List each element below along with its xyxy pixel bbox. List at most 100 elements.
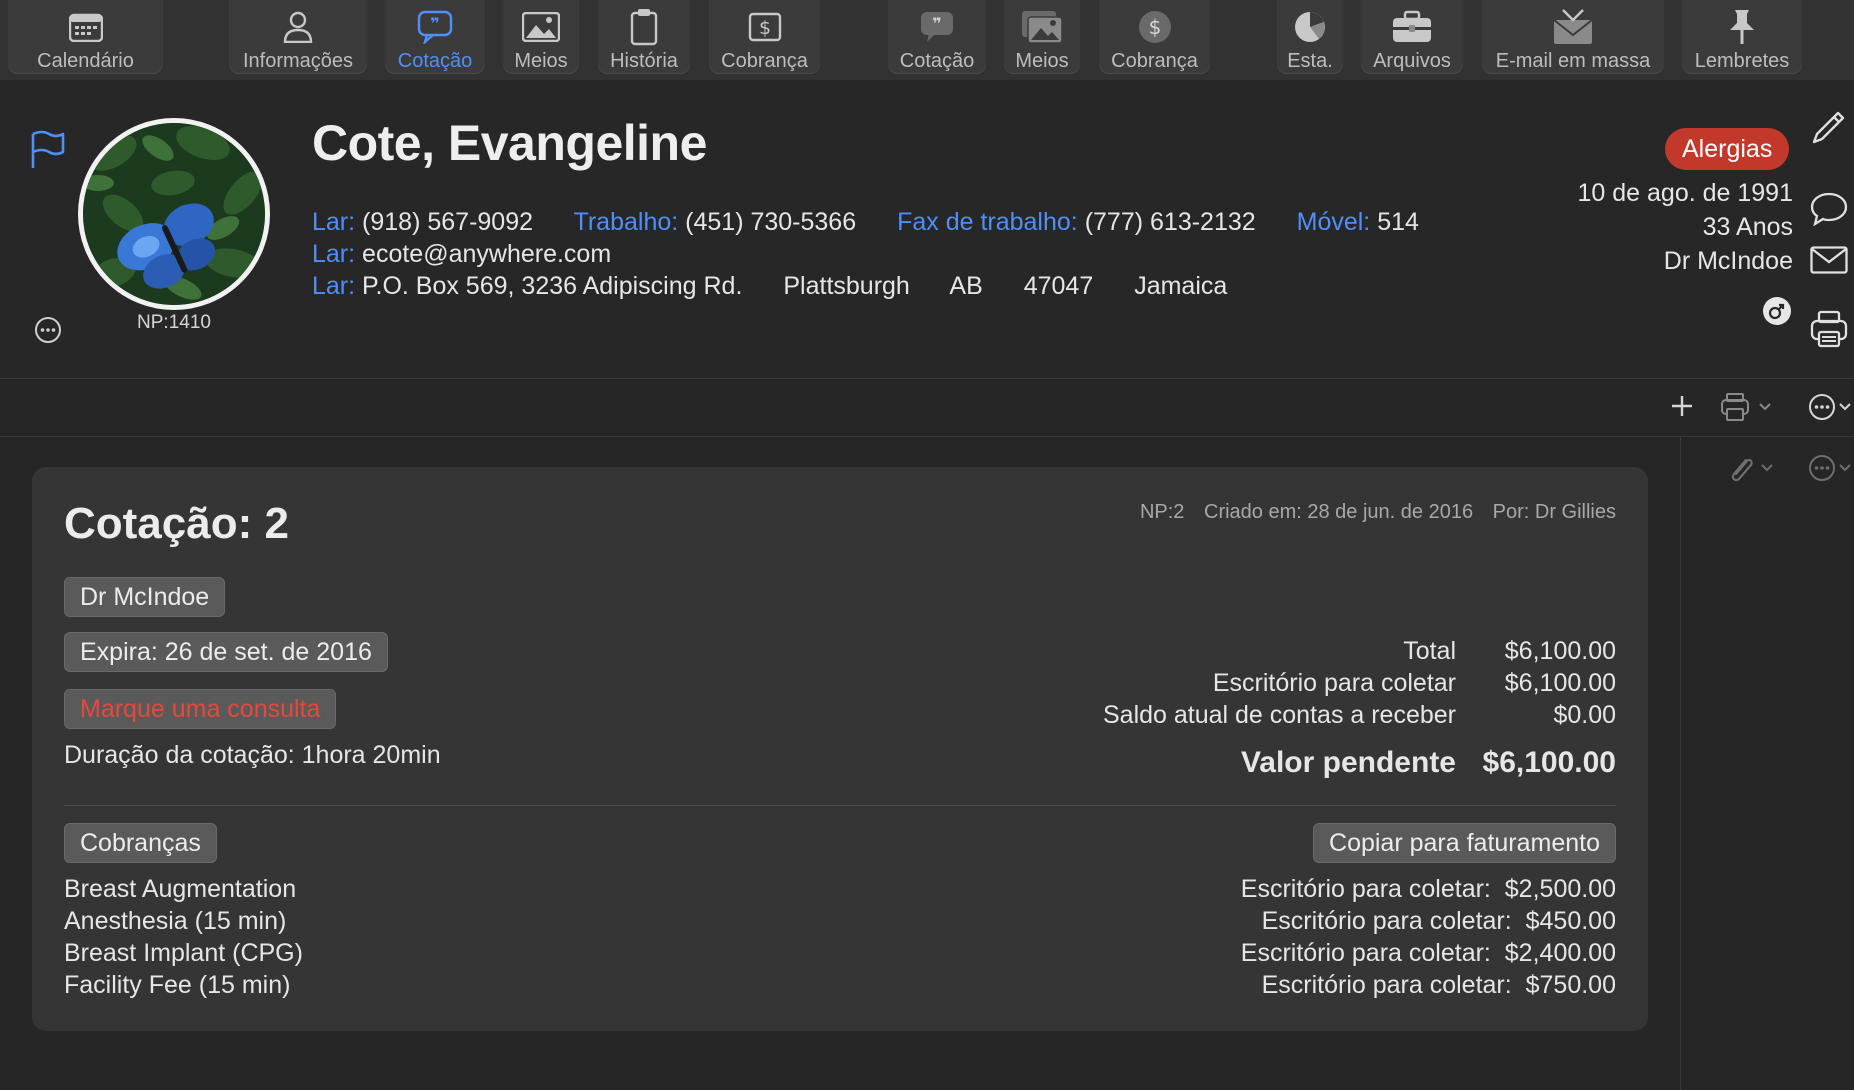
charge-amount-row: Escritório para coletar: $2,500.00 (1241, 873, 1616, 905)
quote-author: Por: Dr Gillies (1492, 501, 1616, 523)
pie-chart-icon (1289, 6, 1331, 48)
list-item[interactable]: Breast Augmentation (64, 873, 303, 905)
toolbar-label: Cotação (899, 50, 975, 72)
patient-doctor: Dr McIndoe (1663, 247, 1793, 275)
doctor-tag-button[interactable]: Dr McIndoe (64, 577, 226, 617)
list-item[interactable]: Anesthesia (15 min) (64, 905, 303, 937)
patient-avatar[interactable] (78, 118, 270, 310)
phone-mobile-label: Móvel: (1296, 208, 1371, 236)
edit-pencil-icon[interactable] (1810, 110, 1846, 151)
address-street[interactable]: P.O. Box 569, 3236 Adipiscing Rd. (362, 272, 742, 300)
quote-title: Cotação: 2 (64, 499, 289, 548)
print-icon[interactable] (1810, 310, 1848, 353)
toolbar-label: História (610, 50, 678, 72)
fax-work-value[interactable]: (777) 613-2132 (1085, 208, 1256, 236)
office-collect-label: Escritório para coletar (1212, 669, 1456, 697)
quote-bubble-icon: ❞ (916, 6, 958, 48)
receivable-balance-label: Saldo atual de contas a receber (1102, 701, 1456, 729)
toolbar-reminders-button[interactable]: Lembretes (1682, 0, 1802, 74)
email-value[interactable]: ecote@anywhere.com (362, 240, 611, 268)
phone-mobile-value[interactable]: 514 (1377, 208, 1419, 236)
print-menu-icon[interactable] (1720, 392, 1776, 427)
quote-card: Cotação: 2 NP:2 Criado em: 28 de jun. de… (32, 467, 1648, 1031)
toolbar-media-button[interactable]: Meios (503, 0, 579, 74)
svg-text:❞: ❞ (430, 14, 439, 33)
charge-amount: $2,500.00 (1504, 875, 1616, 903)
phone-home-label: Lar: (312, 208, 356, 236)
patient-age: 33 Anos (1702, 213, 1793, 241)
toolbar-mass-email-button[interactable]: E-mail em massa (1482, 0, 1664, 74)
allergy-badge[interactable]: Alergias (1665, 128, 1790, 170)
charge-label: Escritório para coletar: (1240, 939, 1491, 967)
fax-work-label: Fax de trabalho: (897, 208, 1078, 236)
schedule-appointment-button[interactable]: Marque uma consulta (64, 689, 337, 729)
attachment-menu-icon[interactable] (1722, 452, 1778, 489)
phone-line: Lar: (918) 567-9092 Trabalho: (451) 730-… (312, 208, 1490, 237)
toolbar-history-button[interactable]: História (598, 0, 690, 74)
list-item[interactable]: Facility Fee (15 min) (64, 969, 303, 1001)
toolbar-label: E-mail em massa (1495, 50, 1651, 72)
toolbar-files-button[interactable]: Arquivos (1361, 0, 1463, 74)
toolbar-quote2-button[interactable]: ❞ Cotação (888, 0, 986, 74)
quote-totals: Total $6,100.00 Escritório para coletar … (1103, 635, 1616, 783)
quote-meta: NP:2 Criado em: 28 de jun. de 2016 Por: … (1126, 501, 1616, 524)
charge-amount: $2,400.00 (1504, 939, 1616, 967)
more-options-icon[interactable] (34, 316, 62, 349)
toolbar-label: Calendário (37, 50, 134, 72)
office-collect-value: $6,100.00 (1504, 669, 1616, 697)
toolbar-billing2-button[interactable]: $ Cobrança (1099, 0, 1210, 74)
charges-tag-button[interactable]: Cobranças (64, 823, 217, 863)
receivable-balance-value: $0.00 (1553, 701, 1616, 729)
copy-to-billing-button[interactable]: Copiar para faturamento (1313, 823, 1616, 863)
svg-text:$: $ (758, 17, 770, 39)
more-menu-icon[interactable] (1808, 393, 1854, 426)
email-envelope-icon[interactable] (1810, 246, 1848, 279)
address-line: Lar: P.O. Box 569, 3236 Adipiscing Rd. P… (312, 272, 1227, 301)
address-country: Jamaica (1134, 272, 1228, 300)
toolbar-stats-button[interactable]: Esta. (1277, 0, 1343, 74)
total-row: Total $6,100.00 (1103, 635, 1616, 667)
quote-bubble-icon: ❞ (414, 6, 456, 48)
toolbar-label: Esta. (1287, 50, 1333, 72)
address-province: AB (949, 272, 983, 300)
toolbar-media2-button[interactable]: Meios (1004, 0, 1080, 74)
person-icon (277, 6, 319, 48)
patient-dob: 10 de ago. de 1991 (1577, 179, 1793, 207)
dollar-doc-icon: $ (744, 6, 786, 48)
toolbar-calendar-button[interactable]: Calendário (8, 0, 163, 74)
receivable-balance-row: Saldo atual de contas a receber $0.00 (1103, 699, 1616, 731)
pin-icon (1721, 6, 1763, 48)
flag-icon[interactable] (30, 130, 66, 175)
charge-amount: $750.00 (1525, 971, 1616, 999)
toolbar-quote-button[interactable]: ❞ Cotação (385, 0, 485, 74)
quote-subtoolbar (0, 379, 1854, 437)
email-line: Lar: ecote@anywhere.com (312, 240, 611, 269)
add-icon[interactable] (1669, 393, 1695, 424)
male-gender-icon (1762, 296, 1792, 331)
photo-icon (520, 6, 562, 48)
list-item[interactable]: Breast Implant (CPG) (64, 937, 303, 969)
toolbar-label: Meios (1015, 50, 1069, 72)
total-value: $6,100.00 (1504, 637, 1616, 665)
clipboard-icon (623, 6, 665, 48)
charges-list: Breast Augmentation Anesthesia (15 min) … (64, 873, 303, 1001)
dollar-circle-icon: $ (1134, 6, 1176, 48)
toolbar-label: Arquivos (1373, 50, 1451, 72)
phone-work-value[interactable]: (451) 730-5366 (685, 208, 856, 236)
toolbar-label: Lembretes (1694, 50, 1790, 72)
patient-np-id: NP:1410 (137, 312, 211, 333)
outstanding-row: Valor pendente $6,100.00 (1103, 743, 1616, 783)
toolbar-billing-button[interactable]: $ Cobrança (709, 0, 820, 74)
toolbar-info-button[interactable]: Informações (229, 0, 367, 74)
charges-amounts: Escritório para coletar: $2,500.00 Escri… (1241, 873, 1616, 1001)
phone-home-value[interactable]: (918) 567-9092 (362, 208, 533, 236)
panel-divider (1680, 437, 1681, 1090)
more-menu-secondary-icon[interactable] (1808, 454, 1854, 487)
toolbar-label: Cotação (397, 50, 473, 72)
message-bubble-icon[interactable] (1810, 192, 1848, 231)
charge-amount: $450.00 (1525, 907, 1616, 935)
toolbar-label: Cobrança (721, 50, 808, 72)
charge-amount-row: Escritório para coletar: $450.00 (1241, 905, 1616, 937)
expiry-tag-button[interactable]: Expira: 26 de set. de 2016 (64, 632, 388, 672)
office-collect-row: Escritório para coletar $6,100.00 (1103, 667, 1616, 699)
